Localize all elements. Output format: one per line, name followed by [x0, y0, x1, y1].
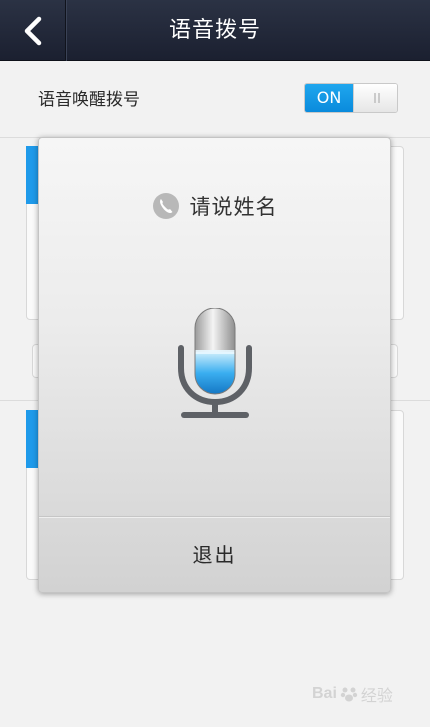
chevron-left-icon: [24, 16, 41, 45]
exit-button[interactable]: 退出: [39, 517, 390, 593]
prompt-text: 请说姓名: [189, 195, 278, 219]
toggle-on-label: ON: [305, 84, 353, 112]
voice-input-dialog: 请说姓名 退出: [38, 137, 391, 593]
toggle-knob[interactable]: [353, 84, 397, 112]
watermark-brand: Bai: [312, 685, 337, 702]
phone-icon: [152, 193, 179, 219]
watermark-suffix: 经验: [360, 686, 393, 705]
baidu-watermark: Bai 经验: [312, 680, 412, 708]
paw-icon: [340, 687, 358, 702]
top-bar: 语音拨号: [0, 0, 430, 61]
microphone-icon[interactable]: [177, 308, 253, 420]
dialog-prompt: 请说姓名: [39, 191, 390, 221]
voice-wake-toggle[interactable]: ON: [304, 83, 398, 113]
back-button[interactable]: [0, 0, 66, 61]
grip-lines-icon: [373, 93, 380, 103]
voice-wake-label: 语音唤醒拨号: [38, 90, 140, 110]
page-title: 语音拨号: [168, 18, 261, 43]
